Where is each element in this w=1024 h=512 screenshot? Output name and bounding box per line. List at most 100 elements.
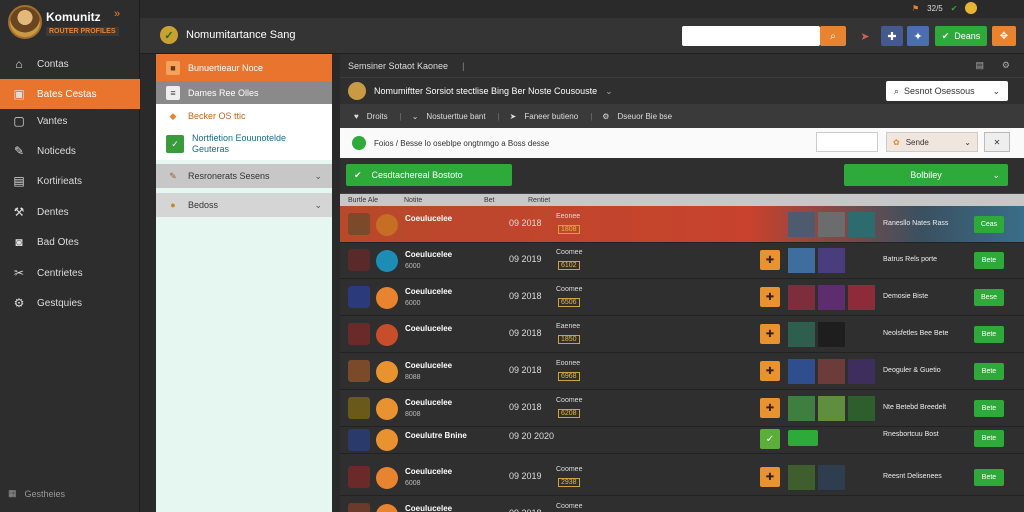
app-logo[interactable]: Komunitz » ROUTER PROFILES bbox=[6, 5, 140, 45]
row-action-button[interactable]: Ceas bbox=[974, 216, 1004, 233]
check-icon: ✔ bbox=[941, 30, 950, 41]
row-code: 6968 bbox=[558, 372, 580, 381]
row-description: Nte Betebd Breedelt bbox=[883, 404, 947, 411]
row-action-label: Bete bbox=[981, 368, 997, 375]
row-code: 2938 bbox=[558, 478, 580, 487]
row-thumbnail bbox=[818, 322, 845, 347]
category-item[interactable]: ◆ Becker OS ttic bbox=[156, 104, 332, 128]
chevron-down-icon: ⌄ bbox=[992, 169, 1000, 180]
add-icon[interactable]: ✚ bbox=[881, 26, 903, 46]
filter-tab[interactable]: Dseuor Bie bse bbox=[617, 112, 672, 121]
table-row[interactable]: Coeulucelee 09 2018 Eeonee 1808 Ranesllo Nat… bbox=[340, 206, 1024, 243]
filter-tab[interactable]: Faneer butieno bbox=[524, 112, 578, 121]
table-row[interactable]: Coeulucelee 09 2018 Eaenee 1850 ✚ Neolsfetles… bbox=[340, 316, 1024, 353]
profile-icon bbox=[376, 429, 398, 451]
row-mini-button[interactable] bbox=[788, 430, 818, 446]
row-action-button[interactable]: Bete bbox=[974, 469, 1004, 486]
arrow-icon: ✥ bbox=[999, 30, 1009, 42]
app-title: ✓ Nomumitartance Sang bbox=[160, 26, 295, 44]
row-action-button[interactable]: Bete bbox=[974, 363, 1004, 380]
separator: | bbox=[590, 111, 593, 121]
category-label-2: Geuteras bbox=[192, 144, 230, 154]
separator: | bbox=[462, 60, 465, 71]
sidebar-item-centrietes[interactable]: ✂ Centrietes bbox=[0, 258, 140, 288]
row-name: Coeulucelee bbox=[405, 467, 453, 476]
deans-button[interactable]: ✔ Deans bbox=[935, 26, 987, 46]
table-row[interactable]: Coeulucelee 8088 09 2018 Eoonee 6968 ✚ Deogule… bbox=[340, 353, 1024, 390]
close-icon: ✕ bbox=[993, 137, 1001, 147]
settings-icon[interactable]: ⚙ bbox=[1002, 60, 1010, 71]
breadcrumb-input[interactable] bbox=[816, 132, 878, 152]
send-dropdown[interactable]: ✿ Sende ⌄ bbox=[886, 132, 978, 152]
category-item[interactable]: ✎ Resronerats Sesens ⌄ bbox=[156, 164, 332, 188]
sidebar-item-bad-otes[interactable]: ◙ Bad Otes bbox=[0, 227, 140, 257]
row-action-button[interactable]: Bete bbox=[974, 326, 1004, 343]
row-badge-icon: ✚ bbox=[760, 467, 780, 487]
row-thumbnail bbox=[848, 359, 875, 384]
sidebar-item-noticeds[interactable]: ✎ Noticeds bbox=[0, 136, 140, 166]
send-label: Sende bbox=[905, 137, 929, 147]
category-item[interactable]: ● Bedoss ⌄ bbox=[156, 193, 332, 217]
category-item[interactable]: ✓ Nortfietion Eouunotelde Geuteras bbox=[156, 128, 332, 160]
chevron-down-icon: ⌄ bbox=[964, 137, 971, 147]
deans-label: Deans bbox=[954, 31, 981, 41]
close-button[interactable]: ✕ bbox=[984, 132, 1010, 152]
row-code: 6102 bbox=[558, 261, 580, 270]
sidebar-item-gestquies[interactable]: ⚙ Gestquies bbox=[0, 288, 140, 318]
chevron-down-icon[interactable]: ⌄ bbox=[605, 86, 613, 97]
table-row[interactable]: Coeulucelee 8008 09 2018 Coomee 6208 ✚ Nte Bet… bbox=[340, 390, 1024, 427]
game-icon bbox=[348, 466, 370, 488]
arrow-icon: ➤ bbox=[509, 111, 517, 121]
row-sub: 6008 bbox=[405, 480, 421, 487]
table-row[interactable]: Coeulucelee 09 2018 Coomee bbox=[340, 496, 1024, 512]
column-header[interactable]: Rentiet bbox=[528, 197, 550, 204]
create-button[interactable]: ✔ Cesdtachereal Bostoto bbox=[346, 164, 512, 186]
sidebar-footer[interactable]: ▦ Gestheies bbox=[8, 488, 65, 499]
sidebar-item-label: Gestquies bbox=[37, 297, 83, 309]
table-row[interactable]: Coeulucelee 6000 09 2019 Coomee 6102 ✚ Batrus … bbox=[340, 242, 1024, 279]
table-row[interactable]: Coeulutre Bnine 09 20 2020 ✓ Rnesbortcuu Bo… bbox=[340, 426, 1024, 454]
sidebar-item-dentes[interactable]: ⚒ Dentes bbox=[0, 197, 140, 227]
layout-icon[interactable]: ▤ bbox=[975, 60, 984, 71]
game-icon bbox=[348, 397, 370, 419]
row-description: Ranesllo Nates Rass bbox=[883, 220, 949, 227]
filter-label: Sesnot Osessous bbox=[904, 86, 975, 96]
row-thumbnail bbox=[818, 212, 845, 237]
row-action-button[interactable]: Bete bbox=[974, 430, 1004, 447]
row-thumbnail bbox=[788, 322, 815, 347]
filter-tab[interactable]: Droits bbox=[367, 112, 388, 121]
sidebar-item-vantes[interactable]: ▢ Vantes bbox=[0, 106, 140, 136]
expand-icon[interactable]: ✦ bbox=[907, 26, 929, 46]
pin-icon[interactable]: ➤ bbox=[854, 26, 876, 46]
column-header[interactable]: Notite bbox=[404, 197, 484, 204]
search-icon: ⌕ bbox=[894, 85, 900, 96]
row-sub: 6000 bbox=[405, 263, 421, 270]
profile-icon bbox=[376, 361, 398, 383]
column-header[interactable]: Burtle Ale bbox=[348, 197, 398, 204]
category-label: Bunuertieaur Noce bbox=[188, 62, 264, 73]
orange-action-button[interactable]: ✥ bbox=[992, 26, 1016, 46]
sidebar-item-bates-cestas[interactable]: ▣ Bates Cestas bbox=[0, 79, 140, 109]
filter-tab[interactable]: Nostuerttue bant bbox=[426, 112, 485, 121]
chevron-down-icon: ⌄ bbox=[411, 111, 419, 121]
sidebar-item-label: Contas bbox=[37, 58, 69, 70]
category-item[interactable]: ■ Bunuertieaur Noce bbox=[156, 54, 332, 81]
row-thumbnail bbox=[818, 285, 845, 310]
search-input[interactable] bbox=[682, 26, 820, 46]
table-row[interactable]: Coeulucelee 6008 09 2019 Coomee 2938 ✚ Reesnt … bbox=[340, 459, 1024, 496]
search-button[interactable]: ⌕ bbox=[820, 26, 846, 46]
publish-button[interactable]: Bolbiley ⌄ bbox=[844, 164, 1008, 186]
table-row[interactable]: Coeulucelee 6000 09 2018 Coomee 6506 ✚ Demosie… bbox=[340, 279, 1024, 316]
sidebar-item-kortirieats[interactable]: ▤ Kortirieats bbox=[0, 166, 140, 196]
row-action-button[interactable]: Bete bbox=[974, 400, 1004, 417]
row-thumbnail bbox=[788, 212, 815, 237]
filter-dropdown[interactable]: ⌕ Sesnot Osessous ⌄ bbox=[886, 81, 1008, 101]
column-header[interactable]: Bet bbox=[484, 197, 524, 204]
row-action-button[interactable]: Bete bbox=[974, 252, 1004, 269]
row-time: 09 2018 bbox=[509, 508, 542, 512]
category-panel: ■ Bunuertieaur Noce ≡ Dames Ree Olles ◆ Bec… bbox=[156, 54, 332, 512]
category-item[interactable]: ≡ Dames Ree Olles bbox=[156, 81, 332, 104]
sidebar-item-contas[interactable]: ⌂ Contas bbox=[0, 49, 140, 79]
list-title: Nomumiftter Sorsiot stectlise Bing Ber N… bbox=[374, 86, 598, 96]
row-action-button[interactable]: Bese bbox=[974, 289, 1004, 306]
